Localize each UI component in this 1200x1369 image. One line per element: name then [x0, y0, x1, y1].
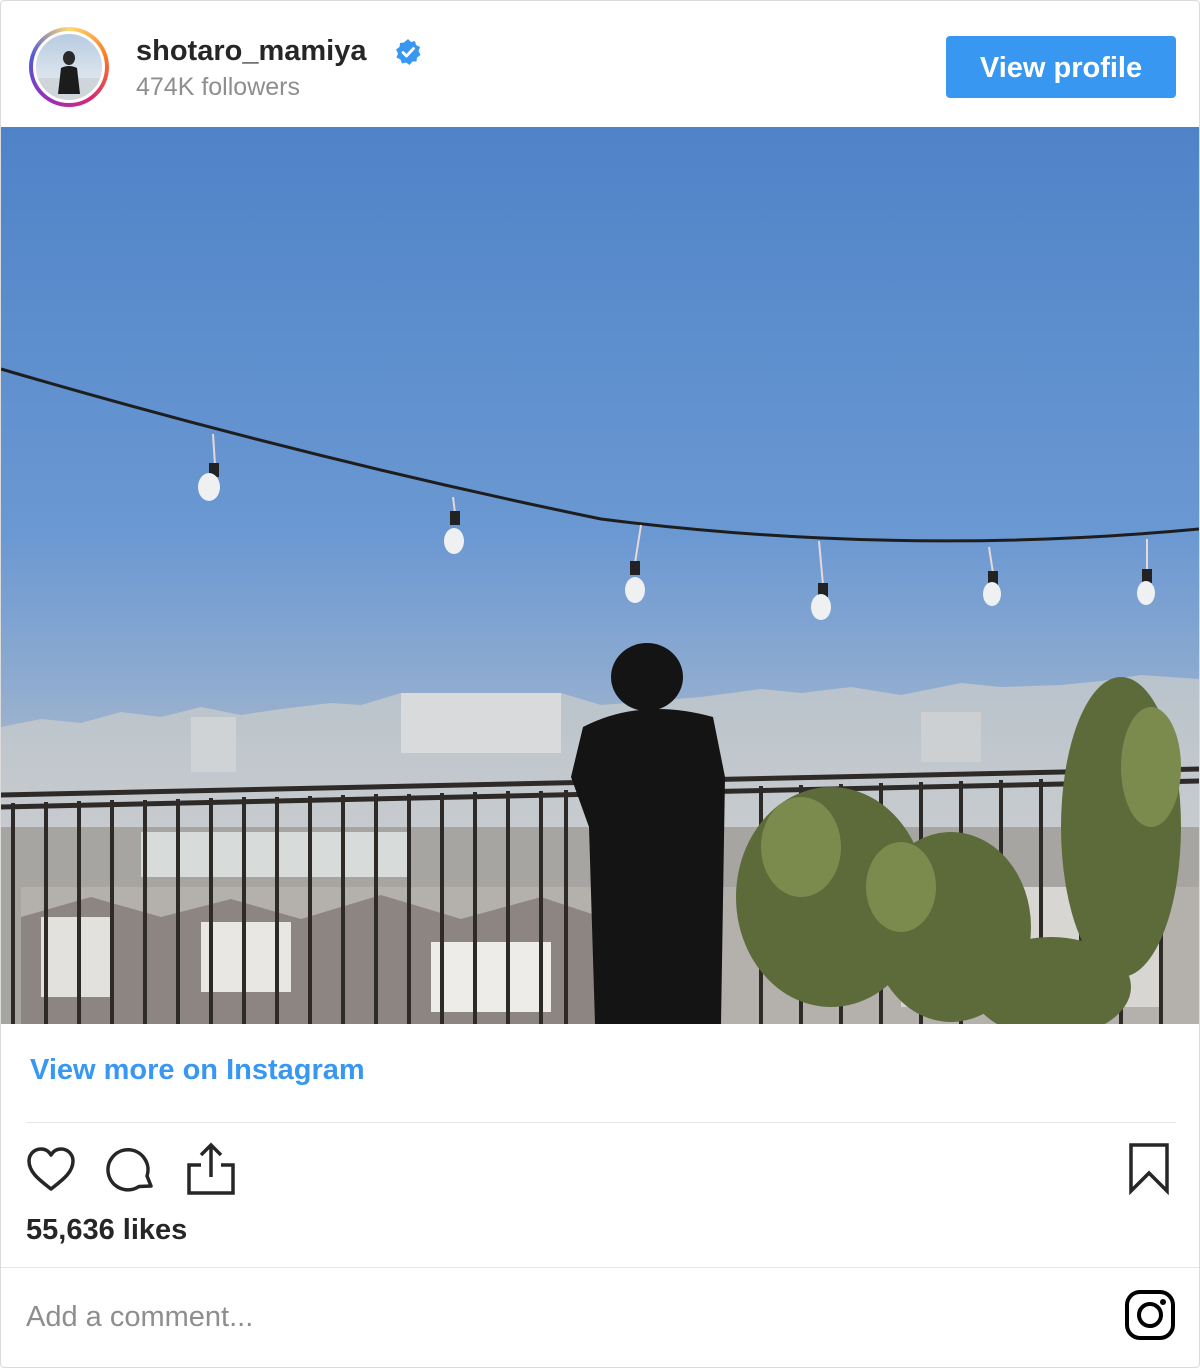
post-header: shotaro_mamiya 474K followers View profi… — [1, 1, 1199, 128]
post-photo[interactable] — [1, 127, 1199, 1024]
view-more-link[interactable]: View more on Instagram — [30, 1054, 365, 1087]
divider — [26, 1122, 1176, 1123]
follower-count: 474K followers — [136, 73, 300, 101]
heart-icon[interactable] — [25, 1145, 77, 1193]
verified-badge-icon — [396, 39, 421, 65]
instagram-embed-card: shotaro_mamiya 474K followers View profi… — [0, 0, 1200, 1368]
share-icon[interactable] — [185, 1141, 237, 1197]
bookmark-icon[interactable] — [1127, 1141, 1171, 1197]
instagram-logo-icon[interactable] — [1123, 1288, 1177, 1342]
view-profile-button[interactable]: View profile — [946, 36, 1176, 98]
comment-divider — [1, 1267, 1199, 1268]
story-ring[interactable] — [29, 27, 109, 107]
username[interactable]: shotaro_mamiya — [136, 35, 367, 68]
avatar[interactable] — [33, 31, 105, 103]
comment-bubble-icon[interactable] — [105, 1143, 157, 1195]
comment-input[interactable] — [26, 1297, 726, 1337]
like-count: 55,636 likes — [26, 1214, 188, 1246]
